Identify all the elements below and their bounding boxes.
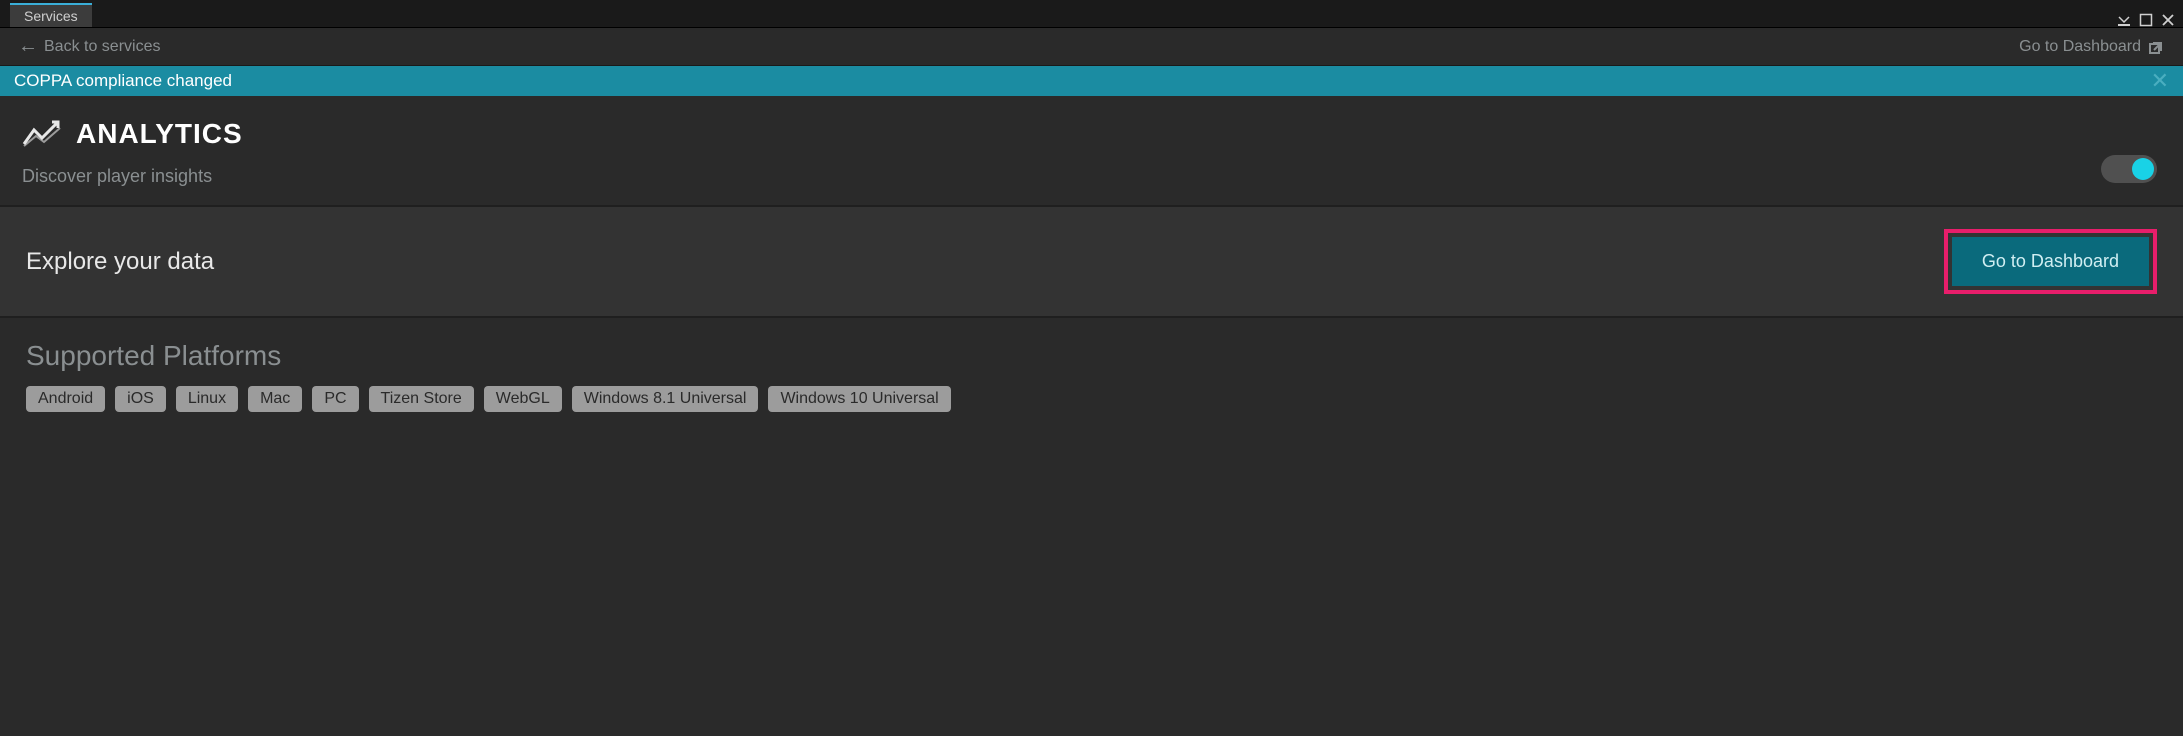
window-controls: [2117, 13, 2183, 27]
platform-chip: WebGL: [484, 386, 562, 412]
tab-services[interactable]: Services: [10, 3, 92, 27]
external-link-icon: [2149, 39, 2165, 55]
analytics-toggle[interactable]: [2101, 155, 2157, 183]
page-title: ANALYTICS: [76, 118, 243, 150]
supported-platforms-section: Supported Platforms Android iOS Linux Mac PC…: [0, 318, 2183, 442]
platform-chip: Tizen Store: [369, 386, 474, 412]
notice-bar: COPPA compliance changed ✕: [0, 66, 2183, 96]
toggle-knob: [2132, 158, 2154, 180]
platform-chip: Android: [26, 386, 105, 412]
go-to-dashboard-button[interactable]: Go to Dashboard: [1952, 237, 2149, 286]
platform-chip: Linux: [176, 386, 238, 412]
platform-chip: Windows 8.1 Universal: [572, 386, 759, 412]
dashboard-button-highlight: Go to Dashboard: [1944, 229, 2157, 294]
tab-label: Services: [24, 8, 78, 24]
dashboard-link-label: Go to Dashboard: [2019, 38, 2141, 56]
tab-bar: Services: [0, 0, 2183, 28]
window-close-icon[interactable]: [2161, 13, 2175, 27]
go-to-dashboard-link[interactable]: Go to Dashboard: [2019, 38, 2165, 56]
explore-row: Explore your data Go to Dashboard: [0, 207, 2183, 316]
platform-chip: PC: [312, 386, 358, 412]
title-row: ANALYTICS: [22, 118, 2161, 150]
notice-close-icon[interactable]: ✕: [2151, 70, 2169, 92]
tab-bar-left: Services: [0, 3, 92, 27]
back-to-services-link[interactable]: ← Back to services: [18, 37, 160, 57]
analytics-icon: [22, 120, 62, 148]
platform-chip: Mac: [248, 386, 302, 412]
page-subtitle: Discover player insights: [22, 166, 2161, 187]
nav-row: ← Back to services Go to Dashboard: [0, 28, 2183, 66]
services-window: Services ← Back to services Go to Dashbo…: [0, 0, 2183, 736]
back-label: Back to services: [44, 38, 160, 56]
explore-label: Explore your data: [26, 248, 214, 276]
window-maximize-icon[interactable]: [2139, 13, 2153, 27]
window-menu-icon[interactable]: [2117, 13, 2131, 27]
analytics-header: ANALYTICS Discover player insights: [0, 96, 2183, 205]
platform-chip: Windows 10 Universal: [768, 386, 950, 412]
supported-platforms-title: Supported Platforms: [26, 340, 2157, 372]
notice-text: COPPA compliance changed: [14, 71, 232, 91]
arrow-left-icon: ←: [18, 36, 38, 56]
platform-chip: iOS: [115, 386, 166, 412]
platform-chip-list: Android iOS Linux Mac PC Tizen Store WebGL Wind…: [26, 386, 2157, 412]
